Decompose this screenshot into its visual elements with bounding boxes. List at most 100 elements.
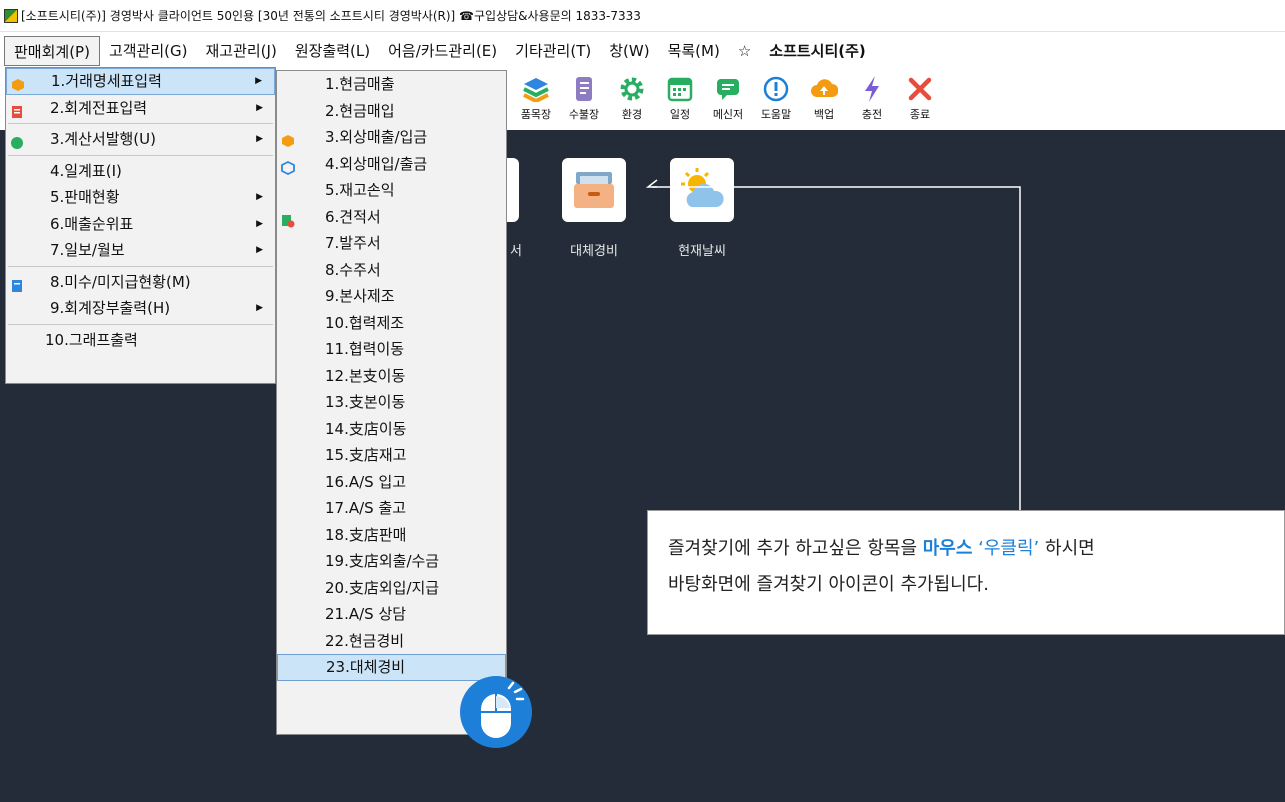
menu-separator [8, 123, 273, 124]
submenu-item-label: 20.支店외입/지급 [325, 578, 440, 597]
submenu-item-label: 23.대체경비 [326, 658, 406, 676]
submenu-item[interactable]: 7.발주서 [277, 230, 506, 257]
submenu-item[interactable]: 9.본사제조 [277, 283, 506, 310]
menu-bill-card[interactable]: 어음/카드관리(E) [379, 36, 506, 66]
submenu-item-label: 12.본支이동 [325, 366, 406, 385]
schedule-button[interactable]: 일정 [656, 74, 704, 128]
submenu-item[interactable]: 18.支店판매 [277, 522, 506, 549]
menu-item-receivables[interactable]: 8.미수/미지급현황(M) [6, 269, 275, 296]
favorites-star-icon[interactable]: ☆ [729, 36, 760, 66]
inout-ledger-label: 수불장 [568, 108, 600, 121]
menu-ledger-print[interactable]: 원장출력(L) [286, 36, 379, 66]
submenu-item[interactable]: 1.현금매출 [277, 71, 506, 98]
window-title: [소프트시티(주)] 경영박사 클라이언트 50인용 [30년 전통의 소프트시… [21, 9, 641, 23]
menu-item-daily-sheet[interactable]: 4.일계표(I) [6, 158, 275, 185]
messenger-button[interactable]: 메신저 [704, 74, 752, 128]
submenu-item[interactable]: 5.재고손익 [277, 177, 506, 204]
submenu-arrow-icon: ▶ [256, 218, 263, 229]
schedule-label: 일정 [669, 108, 691, 121]
submenu-item[interactable]: 3.외상매출/입금 [277, 124, 506, 151]
callout-line-2: 바탕화면에 즐겨찾기 아이콘이 추가됩니다. [668, 574, 989, 595]
menu-separator [8, 265, 273, 267]
menu-item-label: 8.미수/미지급현황(M) [50, 272, 191, 291]
menu-bar: 판매회계(P) 고객관리(G) 재고관리(J) 원장출력(L) 어음/카드관리(… [0, 32, 1285, 70]
help-button[interactable]: 도움말 [752, 74, 800, 128]
submenu-item-label: 13.支본이동 [325, 393, 406, 411]
submenu-arrow-icon: ▶ [256, 192, 263, 202]
backup-button[interactable]: 백업 [800, 74, 848, 128]
report-icon [10, 275, 24, 292]
menu-item-label: 6.매출순위표 [50, 214, 134, 233]
menu-sales-accounting[interactable]: 판매회계(P) [4, 36, 100, 66]
sales-accounting-menu: 1.거래명세표입력 ▶ 2.회계전표입력 ▶ 3.계산서발행(U) ▶ 4.일계표(I… [5, 67, 276, 384]
submenu-item[interactable]: 19.支店외출/수금 [277, 548, 506, 575]
menu-other[interactable]: 기타관리(T) [506, 36, 600, 66]
mouse-right-click-icon [460, 676, 532, 748]
submenu-item[interactable]: 21.A/S 상담 [277, 601, 506, 628]
submenu-item[interactable]: 8.수주서 [277, 257, 506, 284]
scroll-icon [569, 74, 599, 104]
submenu-item-label: 14.支店이동 [325, 419, 407, 438]
callout-text: 하시면 [1039, 538, 1095, 559]
submenu-item[interactable]: 14.支店이동 [277, 416, 506, 443]
settings-button[interactable]: 환경 [608, 74, 656, 128]
submenu-item-label: 6.견적서 [325, 207, 381, 226]
submenu-item-label: 5.재고손익 [325, 181, 395, 199]
submenu-item[interactable]: 22.현금경비 [277, 628, 506, 655]
submenu-arrow-icon: ▶ [256, 245, 263, 255]
menu-item-voucher-entry[interactable]: 2.회계전표입력 ▶ [6, 95, 275, 122]
title-bar: [소프트시티(주)] 경영박사 클라이언트 50인용 [30년 전통의 소프트시… [0, 0, 1285, 32]
submenu-item[interactable]: 15.支店재고 [277, 442, 506, 469]
menu-item-label: 2.회계전표입력 [50, 98, 148, 117]
submenu-item[interactable]: 20.支店외입/지급 [277, 575, 506, 602]
menu-item-daily-monthly[interactable]: 7.일보/월보 ▶ [6, 237, 275, 264]
submenu-item[interactable]: 11.협력이동 [277, 336, 506, 363]
menu-item-sales-status[interactable]: 5.판매현황 ▶ [6, 184, 275, 211]
submenu-item-label: 3.외상매출/입금 [325, 128, 428, 146]
lightning-icon [857, 74, 887, 104]
menu-company[interactable]: 소프트시티(주) [760, 36, 875, 66]
menu-item-label: 9.회계장부출력(H) [50, 299, 171, 317]
menu-customer[interactable]: 고객관리(G) [100, 36, 197, 66]
menu-item-ledger-print[interactable]: 9.회계장부출력(H) ▶ [6, 295, 275, 322]
menu-item-tax-invoice[interactable]: 3.계산서발행(U) ▶ [6, 126, 275, 153]
submenu-item[interactable]: 4.외상매입/출금 [277, 151, 506, 178]
submenu-item-label: 1.현금매출 [325, 75, 395, 93]
info-icon [761, 74, 791, 104]
submenu-item[interactable]: 16.A/S 입고 [277, 469, 506, 496]
submenu-item-label: 17.A/S 출고 [325, 499, 407, 517]
callout-highlight-mouse: 마우스 [922, 538, 973, 559]
submenu-item-label: 8.수주서 [325, 260, 381, 279]
submenu-item-label: 22.현금경비 [325, 631, 405, 650]
close-icon [905, 74, 935, 104]
exit-button[interactable]: 종료 [896, 74, 944, 128]
chat-icon [713, 74, 743, 104]
menu-separator [8, 323, 273, 325]
menu-item-invoice-entry[interactable]: 1.거래명세표입력 ▶ [6, 68, 275, 95]
menu-item-graph-print[interactable]: 10.그래프출력 [6, 327, 275, 354]
submenu-item-label: 21.A/S 상담 [325, 605, 407, 623]
menu-item-sales-ranking[interactable]: 6.매출순위표 ▶ [6, 211, 275, 238]
menu-list[interactable]: 목록(M) [659, 36, 729, 66]
submenu-item[interactable]: 2.현금매입 [277, 98, 506, 125]
submenu-item[interactable]: 10.협력제조 [277, 310, 506, 337]
callout-line-1: 즐겨찾기에 추가 하고싶은 항목을 마우스 ‘우클릭’ 하시면 [668, 531, 1284, 567]
submenu-item-label: 11.협력이동 [325, 340, 405, 358]
submenu-item[interactable]: 17.A/S 출고 [277, 495, 506, 522]
menu-item-label: 7.일보/월보 [50, 241, 125, 259]
submenu-item[interactable]: 12.본支이동 [277, 363, 506, 390]
submenu-item[interactable]: 13.支본이동 [277, 389, 506, 416]
charge-button[interactable]: 충전 [848, 74, 896, 128]
callout-highlight-right-click: ‘우클릭’ [972, 538, 1040, 559]
submenu-item-label: 15.支店재고 [325, 446, 407, 464]
menu-separator [8, 154, 273, 156]
estimate-check-icon [281, 210, 295, 227]
submenu-item-label: 19.支店외출/수금 [325, 552, 440, 570]
items-ledger-button[interactable]: 품목장 [512, 74, 560, 128]
inout-ledger-button[interactable]: 수불장 [560, 74, 608, 128]
menu-inventory[interactable]: 재고관리(J) [196, 36, 285, 66]
menu-window[interactable]: 창(W) [600, 36, 658, 66]
submenu-item[interactable]: 6.견적서 [277, 204, 506, 231]
menu-item-label: 4.일계표(I) [50, 161, 122, 180]
submenu-item-label: 7.발주서 [325, 234, 381, 252]
